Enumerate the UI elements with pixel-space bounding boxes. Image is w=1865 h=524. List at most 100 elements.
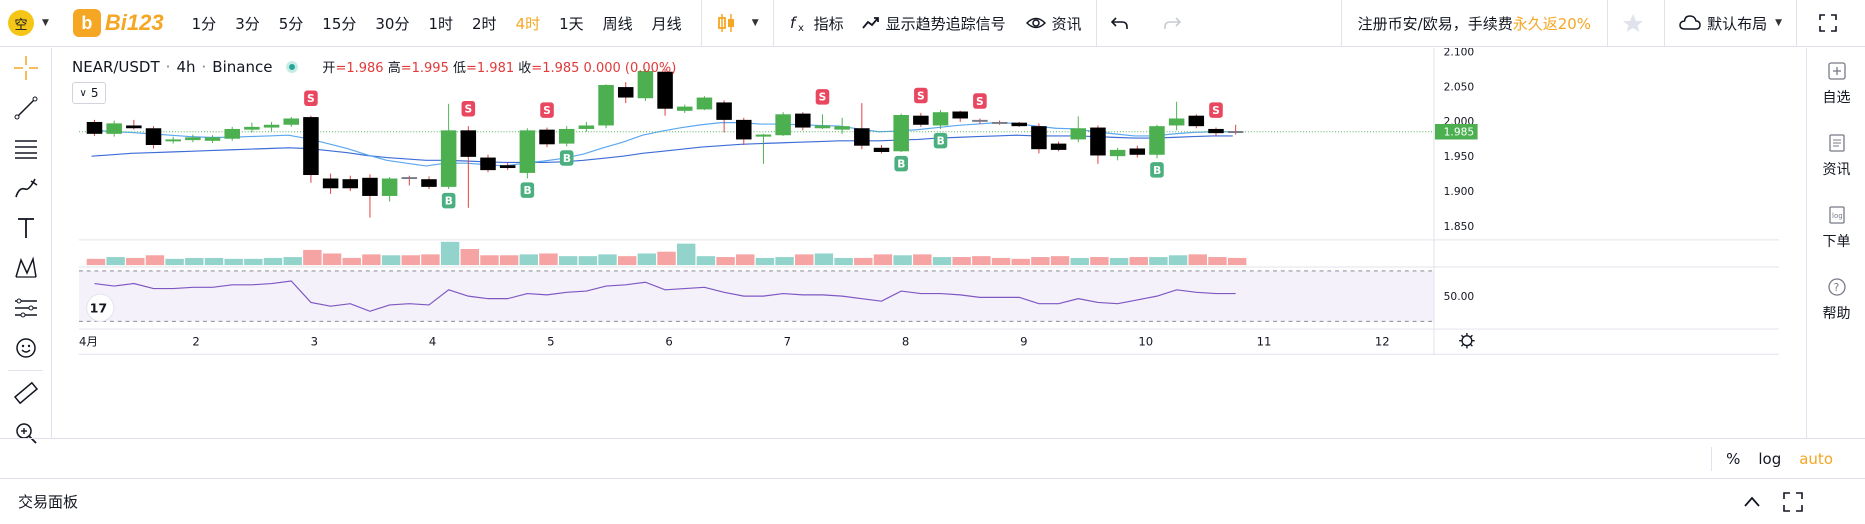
redo-button[interactable] <box>1149 0 1201 47</box>
settings-gear-icon <box>1459 332 1475 349</box>
chevron-up-icon[interactable] <box>1743 495 1761 509</box>
emoji-tool[interactable] <box>0 328 52 368</box>
promo-banner[interactable]: 注册币安/欧易，手续费永久返20% <box>1342 13 1607 34</box>
logo: b Bi123 <box>72 9 164 37</box>
pattern-tool[interactable] <box>0 248 52 288</box>
order-button[interactable]: log 下单 <box>1807 192 1865 264</box>
favorite-button[interactable] <box>1608 0 1664 47</box>
trend-line-tool[interactable] <box>0 88 52 128</box>
undo-button[interactable] <box>1097 0 1149 47</box>
volume-bar <box>637 253 657 266</box>
measure-tool[interactable] <box>0 288 52 328</box>
log-scale-button[interactable]: log <box>1758 450 1781 468</box>
interval-tab[interactable]: 5分 <box>279 13 304 34</box>
volume-bar <box>519 254 539 266</box>
crosshair-tool[interactable] <box>0 48 52 88</box>
volume-bar <box>755 257 775 266</box>
candle-body <box>1188 115 1205 127</box>
chart-type-button[interactable]: ▼ <box>702 0 773 47</box>
candle-body <box>677 106 693 111</box>
fullscreen-button[interactable] <box>1797 0 1865 47</box>
volume-bar <box>165 258 184 266</box>
signal-label: B <box>897 157 905 170</box>
candle-body <box>873 147 890 152</box>
volume-bar <box>1070 257 1089 266</box>
time-tick-label: 10 <box>1138 335 1153 349</box>
star-icon <box>1623 14 1644 32</box>
volume-bar <box>362 254 381 266</box>
logo-text: Bi123 <box>104 10 164 35</box>
fib-tool[interactable] <box>0 128 52 168</box>
signal-label: B <box>1153 164 1161 177</box>
candle-body <box>1227 131 1244 133</box>
candle-body <box>86 121 103 134</box>
volume-bar <box>145 255 165 266</box>
volume-bar <box>873 254 893 266</box>
eye-icon <box>1025 17 1046 29</box>
candle-body <box>1011 122 1027 127</box>
volume-bar <box>204 257 224 266</box>
watchlist-button[interactable]: 自选 <box>1807 48 1865 120</box>
candle-body <box>736 119 752 140</box>
candle-body <box>342 179 359 189</box>
volume-bar <box>440 241 460 266</box>
volume-bar <box>598 254 617 266</box>
text-tool[interactable] <box>0 208 52 248</box>
interval-tab[interactable]: 1天 <box>559 13 584 34</box>
candle-body <box>696 97 713 110</box>
interval-tab[interactable]: 周线 <box>603 13 633 34</box>
volume-bar <box>716 257 735 266</box>
news-panel-button[interactable]: 资讯 <box>1807 120 1865 192</box>
brush-tool[interactable] <box>0 168 52 208</box>
candle-body <box>283 118 299 125</box>
help-button[interactable]: ? 帮助 <box>1807 264 1865 336</box>
interval-tab[interactable]: 2时 <box>472 13 497 34</box>
volume-bar <box>1109 257 1129 266</box>
maximize-icon[interactable] <box>1783 491 1803 512</box>
interval-tab[interactable]: 3分 <box>235 13 260 34</box>
layout-button[interactable]: 默认布局 ▼ <box>1665 0 1796 47</box>
indicators-button[interactable]: f x 指标 <box>774 0 858 47</box>
legend-interval: 4h <box>176 57 196 76</box>
candle-body <box>224 128 240 139</box>
crosshair-icon <box>14 56 38 80</box>
interval-tab[interactable]: 月线 <box>652 13 682 34</box>
interval-tab[interactable]: 30分 <box>375 13 409 34</box>
signal-label: S <box>543 104 551 117</box>
interval-tab[interactable]: 1时 <box>428 13 453 34</box>
time-tick-label: 6 <box>665 335 672 349</box>
time-tick-label: 4月 <box>79 335 98 349</box>
signal-label: S <box>464 103 472 116</box>
price-chart[interactable]: 2.1002.0502.0001.9501.9001.8501.985SS SS S… <box>52 48 1806 426</box>
percent-scale-button[interactable]: % <box>1726 450 1740 468</box>
scale-bar: % log auto <box>0 438 1865 478</box>
pattern-icon <box>15 256 37 278</box>
ruler-tool[interactable] <box>0 373 52 413</box>
interval-tab[interactable]: 15分 <box>322 13 356 34</box>
interval-tab[interactable]: 4时 <box>516 13 541 34</box>
volume-bar <box>932 257 952 266</box>
auto-scale-button[interactable]: auto <box>1799 450 1833 468</box>
chart-legend: NEAR/USDT · 4h · Binance 开=1.986 高=1.995… <box>72 57 677 77</box>
mode-selector[interactable]: 空 ▼ <box>8 10 49 36</box>
volume-bar <box>617 256 637 266</box>
order-icon: log <box>1828 206 1845 224</box>
volume-bar <box>913 254 932 266</box>
trading-panel-title[interactable]: 交易面板 <box>18 491 78 512</box>
volume-bar <box>834 257 853 266</box>
candle-body <box>893 114 909 152</box>
legend-collapse-button[interactable]: ∨ 5 <box>72 82 106 104</box>
trend-signal-button[interactable]: 显示趋势追踪信号 <box>858 0 1020 47</box>
svg-text:f: f <box>790 14 798 32</box>
volume-bar <box>263 257 283 266</box>
news-button[interactable]: 资讯 <box>1020 0 1096 47</box>
volume-bar <box>1129 257 1148 266</box>
mode-badge: 空 <box>8 10 34 36</box>
volume-bar <box>381 255 401 266</box>
trading-panel-bar: 交易面板 <box>0 478 1865 524</box>
smiley-icon <box>16 338 36 358</box>
candle-body <box>854 128 870 146</box>
volume-bar <box>578 256 598 266</box>
interval-tab[interactable]: 1分 <box>192 13 217 34</box>
candle-body <box>1168 118 1185 126</box>
